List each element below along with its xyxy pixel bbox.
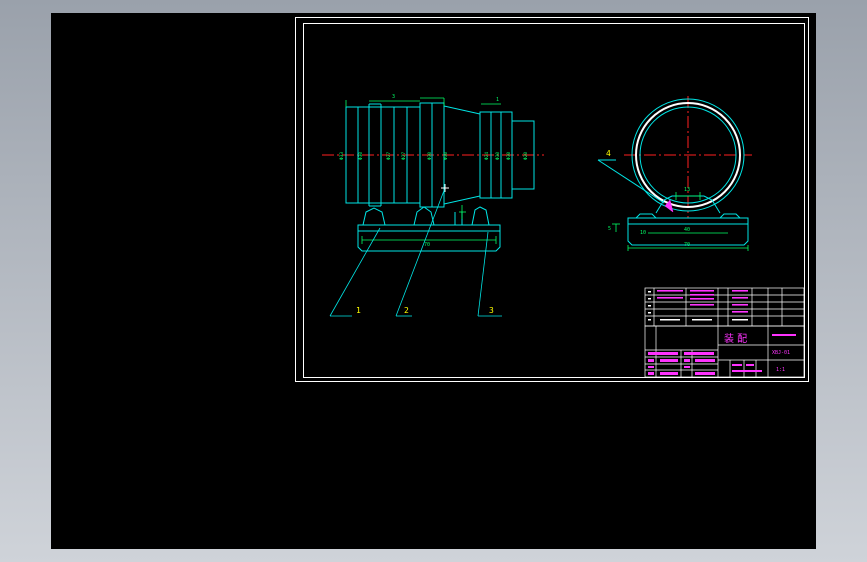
dim-top-left: 3: [392, 94, 395, 100]
dia-label: Φ24: [484, 152, 490, 160]
title-part-name: 装 配: [724, 332, 747, 345]
dia-label: Φ27: [386, 152, 392, 160]
front-view: 1 2 3 3 1 70 Φ33 Φ30 Φ27 Φ27 Φ30 Φ30 Φ24…: [322, 94, 544, 317]
outer-frame: [295, 17, 809, 382]
title-code: XBJ-01: [772, 350, 790, 356]
side-dim-inner: 40: [684, 227, 690, 233]
dim-top-right: 1: [496, 97, 499, 103]
title-scale: 1:1: [776, 367, 785, 373]
dia-label: Φ30: [506, 152, 512, 160]
side-dim-height: 5: [608, 226, 611, 232]
side-dim-top: 13: [684, 187, 690, 193]
leader-3: [477, 231, 489, 317]
dim-base-length: 70: [424, 242, 430, 248]
dia-label: Φ33: [339, 152, 345, 160]
side-dim-left: 10: [640, 230, 646, 236]
dia-label: Φ27: [401, 152, 407, 160]
callout-label-3: 3: [489, 306, 494, 315]
cad-drawing: 1 2 3 3 1 70 Φ33 Φ30 Φ27 Φ27 Φ30 Φ30 Φ24…: [295, 17, 809, 382]
dia-label: Φ30: [495, 152, 501, 160]
callout-label-1: 1: [356, 306, 361, 315]
dia-label: Φ20: [523, 152, 529, 160]
leader-1: [329, 227, 381, 317]
callout-label-4: 4: [606, 149, 611, 158]
side-view: 4 13 40 70 5 10: [597, 96, 752, 251]
dia-label: Φ30: [427, 152, 433, 160]
dia-label: Φ30: [358, 152, 364, 160]
callout-label-2: 2: [404, 306, 409, 315]
title-block: 装 配 XBJ-01 1:1: [644, 287, 805, 378]
side-dim-outer: 70: [684, 242, 690, 248]
inner-frame: [303, 23, 805, 378]
dia-label: Φ30: [443, 152, 449, 160]
